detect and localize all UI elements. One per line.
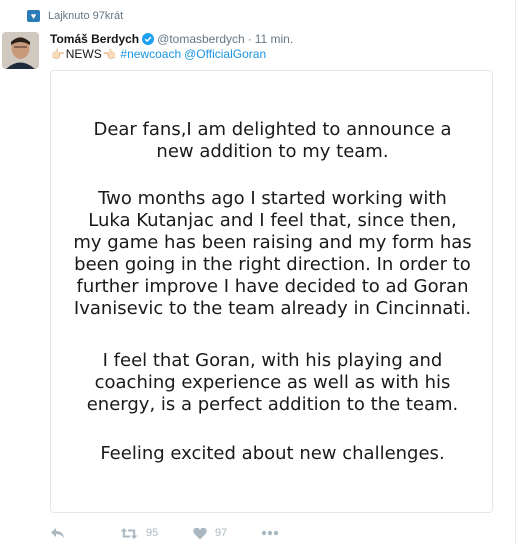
image-paragraph-goran: I feel that Goran, with his playing and … (86, 350, 459, 415)
tweet-header: Tomáš Berdych @tomasberdych · 11 min. (50, 31, 293, 47)
tweet-image[interactable]: Dear fans,I am delighted to announce a n… (50, 70, 493, 513)
like-count: 97 (215, 527, 228, 539)
image-paragraph-background: Two months ago I started working with Lu… (73, 188, 472, 319)
author-name[interactable]: Tomáš Berdych (50, 32, 139, 46)
retweet-icon (120, 527, 138, 539)
image-paragraph-closing: Feeling excited about new challenges. (100, 443, 445, 464)
liked-by-context: ♥ Lajknuto 97krát (27, 8, 123, 24)
author-handle[interactable]: @tomasberdych (157, 32, 245, 46)
verified-badge-icon (142, 33, 155, 45)
retweet-count: 95 (146, 527, 159, 539)
image-paragraph-greeting: Dear fans,I am delighted to announce a n… (93, 119, 452, 162)
more-dots-icon (261, 530, 279, 536)
timestamp[interactable]: 11 min. (255, 32, 293, 46)
avatar-photo (2, 32, 39, 69)
header-separator: · (247, 32, 252, 46)
pointing-left-emoji: 👈🏻 (102, 48, 117, 61)
reply-button[interactable] (50, 522, 66, 544)
reply-icon (51, 528, 64, 538)
more-button[interactable] (261, 522, 279, 544)
tweet-actions: 95 97 (50, 522, 510, 544)
heart-icon (193, 527, 207, 539)
pointing-right-emoji: 👉🏻 (51, 48, 65, 61)
retweet-button[interactable]: 95 (120, 522, 158, 544)
heart-badge-icon: ♥ (27, 10, 40, 22)
avatar[interactable] (2, 32, 39, 69)
like-button[interactable]: 97 (193, 522, 227, 544)
mention-link[interactable]: @OfficialGoran (184, 47, 266, 61)
hashtag-link[interactable]: #newcoach (120, 47, 181, 61)
news-word: NEWS (65, 47, 102, 61)
column-border (515, 0, 516, 545)
tweet-text: 👉🏻 NEWS 👈🏻 #newcoach @OfficialGoran (50, 46, 266, 62)
liked-by-text: Lajknuto 97krát (48, 10, 124, 22)
